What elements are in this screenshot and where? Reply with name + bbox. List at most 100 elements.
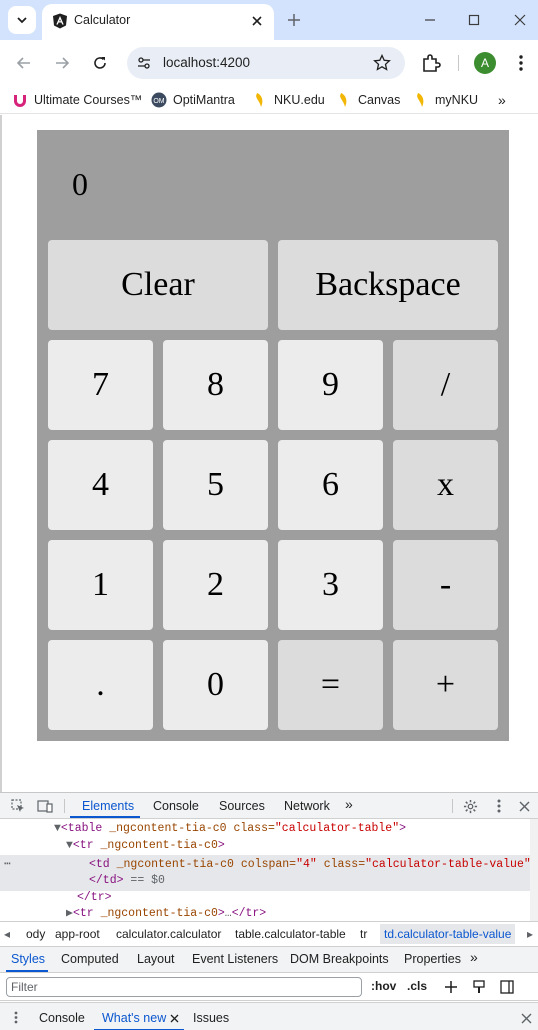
dom-node-tr-close[interactable]: </tr>: [77, 890, 112, 906]
add-button[interactable]: +: [393, 640, 498, 730]
devtools-menu-icon[interactable]: [491, 798, 507, 814]
tab-computed[interactable]: Computed: [61, 952, 119, 966]
multiply-button[interactable]: x: [393, 440, 498, 530]
bookmark-item[interactable]: Ultimate Courses™: [12, 90, 142, 110]
breadcrumb-item[interactable]: calculator.calculator: [116, 927, 221, 941]
inspect-element-icon[interactable]: [10, 798, 26, 814]
forward-button[interactable]: [51, 52, 73, 74]
dom-node-ellipsis[interactable]: ⋯: [4, 857, 11, 873]
close-window-button[interactable]: [510, 10, 530, 30]
breadcrumb: ◂ ody app-root calculator.calculator tab…: [0, 921, 538, 947]
dom-node-table[interactable]: ▼<table _ngcontent-tia-c0 class="calcula…: [54, 821, 406, 837]
tab-layout[interactable]: Layout: [137, 952, 175, 966]
key-2[interactable]: 2: [163, 540, 268, 630]
breadcrumb-item[interactable]: ody: [26, 927, 45, 941]
styles-tab-bar: Styles Computed Layout Event Listeners D…: [0, 947, 538, 973]
chevron-down-icon: [17, 17, 27, 24]
nku-icon: [340, 93, 347, 107]
reload-icon: [94, 57, 106, 69]
optimantra-icon: OM: [151, 92, 167, 108]
drawer-tab-issues[interactable]: Issues: [193, 1011, 229, 1025]
equals-button[interactable]: =: [278, 640, 383, 730]
breadcrumb-scroll-left[interactable]: ◂: [4, 927, 10, 941]
dom-node-td-close[interactable]: </td> == $0: [89, 873, 165, 889]
paint-brush-icon[interactable]: [472, 980, 486, 994]
dom-node-tr[interactable]: ▼<tr _ngcontent-tia-c0>: [66, 838, 225, 854]
device-toolbar-icon[interactable]: [37, 798, 53, 814]
bookmark-item[interactable]: Canvas: [336, 90, 400, 110]
tab-console[interactable]: Console: [153, 799, 199, 813]
decimal-button[interactable]: .: [48, 640, 153, 730]
devtools-divider: [452, 799, 453, 813]
more-vertical-icon: [519, 55, 523, 71]
dom-node-td[interactable]: <td _ngcontent-tia-c0 colspan="4" class=…: [89, 857, 538, 873]
class-toggle-button[interactable]: .cls: [407, 979, 427, 993]
breadcrumb-item-selected[interactable]: td.calculator-table-value: [380, 924, 516, 944]
backspace-button[interactable]: Backspace: [278, 240, 498, 330]
key-7[interactable]: 7: [48, 340, 153, 430]
clear-button[interactable]: Clear: [48, 240, 268, 330]
key-8[interactable]: 8: [163, 340, 268, 430]
devtools-panel: Elements Console Sources Network » ▼<tab…: [0, 792, 538, 1030]
tab-sources[interactable]: Sources: [219, 799, 265, 813]
more-tabs-button[interactable]: »: [345, 796, 353, 812]
bookmarks-overflow-button[interactable]: »: [498, 92, 506, 108]
browser-menu-button[interactable]: [512, 52, 530, 74]
tab-strip: Calculator: [0, 0, 538, 40]
tab-search-button[interactable]: [8, 6, 36, 34]
reload-button[interactable]: [89, 52, 111, 74]
back-button[interactable]: [13, 52, 35, 74]
breadcrumb-scroll-right[interactable]: ▸: [527, 927, 533, 941]
drawer-menu-icon[interactable]: [14, 1011, 18, 1024]
bookmark-item[interactable]: NKU.edu: [252, 90, 325, 110]
devtools-close-icon[interactable]: [516, 798, 532, 814]
key-4[interactable]: 4: [48, 440, 153, 530]
profile-avatar[interactable]: A: [474, 52, 496, 74]
minimize-button[interactable]: [420, 10, 440, 30]
new-tab-button[interactable]: [284, 10, 304, 30]
tab-styles[interactable]: Styles: [11, 952, 45, 966]
close-icon[interactable]: [170, 1014, 179, 1023]
more-style-tabs-button[interactable]: »: [470, 949, 478, 965]
key-3[interactable]: 3: [278, 540, 383, 630]
dom-node-tr-collapsed[interactable]: ▶<tr _ngcontent-tia-c0>…</tr>: [66, 906, 266, 921]
styles-filter-row: Filter :hov .cls: [0, 973, 538, 1001]
ultimate-courses-icon: [14, 95, 26, 107]
dom-scrollbar[interactable]: [530, 819, 538, 921]
new-style-rule-icon[interactable]: [444, 980, 458, 994]
key-1[interactable]: 1: [48, 540, 153, 630]
bookmark-star-icon[interactable]: [373, 54, 391, 72]
breadcrumb-item[interactable]: table.calculator-table: [235, 927, 346, 941]
tab-close-button[interactable]: [248, 12, 266, 30]
tab-elements[interactable]: Elements: [82, 799, 134, 813]
key-0[interactable]: 0: [163, 640, 268, 730]
settings-gear-icon[interactable]: [462, 798, 478, 814]
breadcrumb-item[interactable]: tr: [360, 927, 367, 941]
browser-tab[interactable]: Calculator: [42, 4, 274, 40]
toggle-sidebar-icon[interactable]: [500, 980, 514, 994]
bookmark-item[interactable]: OM OptiMantra: [151, 90, 235, 110]
key-5[interactable]: 5: [163, 440, 268, 530]
divide-button[interactable]: /: [393, 340, 498, 430]
address-bar[interactable]: localhost:4200: [127, 47, 405, 79]
key-6[interactable]: 6: [278, 440, 383, 530]
maximize-button[interactable]: [464, 10, 484, 30]
arrow-left-icon: [16, 57, 30, 69]
bookmark-item[interactable]: myNKU: [413, 90, 478, 110]
subtract-button[interactable]: -: [393, 540, 498, 630]
drawer-tab-console[interactable]: Console: [39, 1011, 85, 1025]
hover-state-button[interactable]: :hov: [371, 979, 396, 993]
active-tab-indicator: [70, 816, 140, 818]
tab-network[interactable]: Network: [284, 799, 330, 813]
tab-properties[interactable]: Properties: [404, 952, 461, 966]
tab-title: Calculator: [74, 13, 131, 27]
tab-event-listeners[interactable]: Event Listeners: [192, 952, 278, 966]
styles-filter-input[interactable]: Filter: [6, 977, 362, 997]
extensions-icon[interactable]: [420, 52, 442, 74]
svg-text:OM: OM: [153, 98, 164, 105]
tab-dom-breakpoints[interactable]: DOM Breakpoints: [290, 952, 389, 966]
drawer-tab-whats-new[interactable]: What's new: [102, 1011, 166, 1025]
breadcrumb-item[interactable]: app-root: [55, 927, 100, 941]
key-9[interactable]: 9: [278, 340, 383, 430]
close-drawer-icon[interactable]: [521, 1013, 532, 1024]
